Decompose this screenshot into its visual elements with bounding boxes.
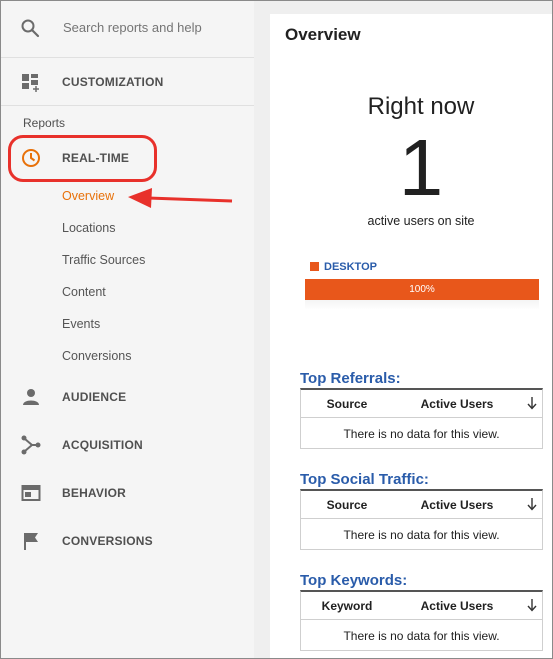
sidebar-item-label: CONVERSIONS xyxy=(62,534,153,548)
table-header: Source Active Users xyxy=(301,491,542,519)
search-input[interactable]: Search reports and help xyxy=(63,20,202,35)
table-header: Keyword Active Users xyxy=(301,592,542,620)
column-header-keyword[interactable]: Keyword xyxy=(301,599,393,613)
bar-shadow xyxy=(305,300,539,310)
top-social-traffic-title: Top Social Traffic: xyxy=(300,471,429,488)
sidebar-subitem-traffic-sources[interactable]: Traffic Sources xyxy=(62,253,145,267)
column-header-source[interactable]: Source xyxy=(301,498,393,512)
sort-down-icon[interactable] xyxy=(527,397,537,410)
search-bar[interactable]: Search reports and help xyxy=(1,1,254,58)
right-now-label: Right now xyxy=(367,93,475,120)
sidebar-subitem-events[interactable]: Events xyxy=(62,317,100,331)
top-referrals-title: Top Referrals: xyxy=(300,370,401,387)
top-referrals-table: Source Active Users There is no data for… xyxy=(300,388,543,449)
person-icon xyxy=(23,389,39,405)
sidebar-item-audience[interactable]: AUDIENCE xyxy=(1,373,254,421)
column-header-active-users[interactable]: Active Users xyxy=(393,397,521,411)
active-users-count: 1 xyxy=(398,123,444,212)
page-title: Overview xyxy=(285,25,361,44)
sort-down-icon[interactable] xyxy=(527,498,537,511)
top-keywords-title: Top Keywords: xyxy=(300,572,408,589)
device-share-percent: 100% xyxy=(409,284,435,295)
sidebar-item-conversions[interactable]: CONVERSIONS xyxy=(1,517,254,565)
sidebar-subitem-locations[interactable]: Locations xyxy=(62,221,116,235)
sidebar-item-label: CUSTOMIZATION xyxy=(62,75,164,89)
sidebar-subitem-conversions[interactable]: Conversions xyxy=(62,349,131,363)
sidebar-item-label: ACQUISITION xyxy=(62,438,143,452)
table-header: Source Active Users xyxy=(301,390,542,418)
sidebar-item-label: BEHAVIOR xyxy=(62,486,127,500)
reports-heading: Reports xyxy=(23,116,66,130)
arrow-annotation-icon xyxy=(128,188,233,208)
column-header-active-users[interactable]: Active Users xyxy=(393,599,521,613)
sidebar-item-customization[interactable]: CUSTOMIZATION xyxy=(1,58,254,106)
search-icon xyxy=(21,19,40,38)
top-social-traffic-table: Source Active Users There is no data for… xyxy=(300,489,543,550)
column-header-active-users[interactable]: Active Users xyxy=(393,498,521,512)
sort-down-icon[interactable] xyxy=(527,599,537,612)
sidebar-item-acquisition[interactable]: ACQUISITION xyxy=(1,421,254,469)
window-icon xyxy=(21,485,41,501)
sidebar-subitem-content[interactable]: Content xyxy=(62,285,106,299)
empty-message: There is no data for this view. xyxy=(343,629,500,643)
sidebar: Search reports and help CUSTOMIZATION Re… xyxy=(1,1,254,658)
sidebar-item-label: AUDIENCE xyxy=(62,390,127,404)
sidebar-subitem-overview[interactable]: Overview xyxy=(62,189,114,203)
device-share-bar: 100% xyxy=(305,279,539,300)
top-keywords-table: Keyword Active Users There is no data fo… xyxy=(300,590,543,651)
sidebar-item-behavior[interactable]: BEHAVIOR xyxy=(1,469,254,517)
column-header-source[interactable]: Source xyxy=(301,397,393,411)
app-frame: Search reports and help CUSTOMIZATION Re… xyxy=(0,0,553,659)
active-users-caption: active users on site xyxy=(367,214,475,228)
branch-icon xyxy=(21,435,41,455)
empty-message: There is no data for this view. xyxy=(343,427,500,441)
desktop-legend-label: DESKTOP xyxy=(324,261,377,273)
empty-message: There is no data for this view. xyxy=(343,528,500,542)
flag-icon xyxy=(24,533,38,550)
dashboard-plus-icon xyxy=(22,74,39,92)
highlight-annotation xyxy=(8,135,157,182)
desktop-legend-swatch xyxy=(310,262,319,271)
